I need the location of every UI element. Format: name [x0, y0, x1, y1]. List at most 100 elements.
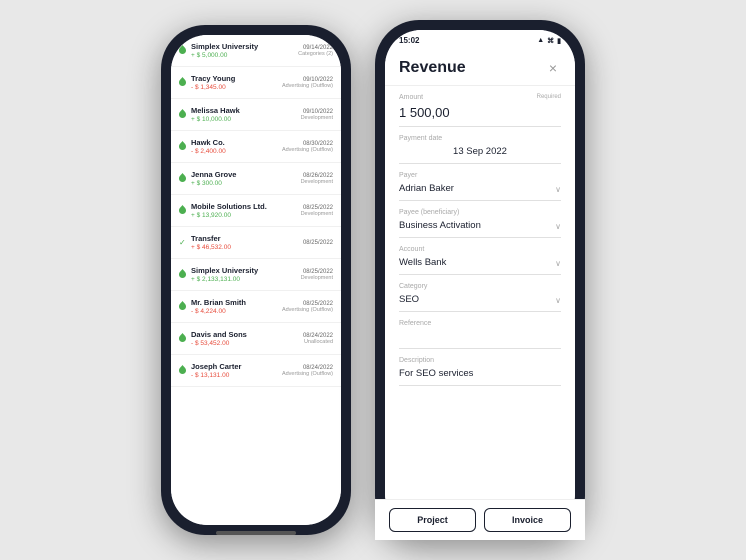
- payer-chevron-icon: ∨: [555, 185, 561, 194]
- tx-amount: + $ 5,000.00: [191, 52, 290, 59]
- payee-chevron-icon: ∨: [555, 222, 561, 231]
- tx-amount: + $ 13,920.00: [191, 212, 293, 219]
- tx-date: 08/26/2022: [301, 173, 333, 179]
- leaf-icon: [179, 205, 187, 216]
- reference-value: [399, 329, 561, 344]
- tx-category: Categories (2): [298, 51, 333, 57]
- phone-2-screen: 15:02 ▲ ⌘ ▮ Revenue × Amount 1 500,00 Re…: [385, 30, 575, 530]
- tx-category: Advertising (Outflow): [282, 83, 333, 89]
- payer-field[interactable]: Payer Adrian Baker ∨: [399, 172, 561, 201]
- transaction-item[interactable]: Hawk Co.- $ 2,400.0008/30/2022Advertisin…: [171, 131, 341, 163]
- transaction-item[interactable]: Joseph Carter- $ 13,131.0008/24/2022Adve…: [171, 355, 341, 387]
- account-value: Wells Bank: [399, 255, 561, 270]
- project-button[interactable]: Project: [389, 508, 476, 527]
- tx-name: Mobile Solutions Ltd.: [191, 202, 293, 211]
- tx-amount: - $ 1,345.00: [191, 84, 274, 91]
- amount-field[interactable]: Amount 1 500,00 Required: [399, 94, 561, 127]
- account-label: Account: [399, 246, 561, 253]
- tx-category: Advertising (Outflow): [282, 147, 333, 153]
- phone-2: 15:02 ▲ ⌘ ▮ Revenue × Amount 1 500,00 Re…: [375, 20, 585, 540]
- account-chevron-icon: ∨: [555, 259, 561, 268]
- transaction-item[interactable]: Simplex University+ $ 2,133,131.00 08/25/…: [171, 259, 341, 291]
- tx-content: Simplex University+ $ 2,133,131.00: [191, 266, 293, 283]
- reference-field[interactable]: Reference: [399, 320, 561, 349]
- account-field[interactable]: Account Wells Bank ∨: [399, 246, 561, 275]
- tx-content: Jenna Grove+ $ 300.00: [191, 170, 293, 187]
- leaf-icon: [179, 77, 187, 88]
- description-field[interactable]: Description For SEO services: [399, 357, 561, 386]
- tx-right: 08/24/2022Unallocated: [303, 333, 333, 345]
- tx-category: Development: [301, 115, 333, 121]
- tx-category: Development: [301, 179, 333, 185]
- tx-name: Mr. Brian Smith: [191, 298, 274, 307]
- payment-date-value: 13 Sep 2022: [399, 144, 561, 159]
- tx-right: 09/14/2022Categories (2): [298, 45, 333, 57]
- transaction-item[interactable]: Simplex University+ $ 5,000.00 09/14/2022…: [171, 35, 341, 67]
- tx-right: 08/25/2022: [303, 240, 333, 246]
- tx-category: Advertising (Outflow): [282, 371, 333, 377]
- reference-label: Reference: [399, 320, 561, 327]
- payment-date-field[interactable]: Payment date 13 Sep 2022: [399, 135, 561, 164]
- signal-icon: ▲: [537, 37, 544, 44]
- tx-name: Melissa Hawk: [191, 106, 293, 115]
- tx-content: Mr. Brian Smith- $ 4,224.00: [191, 298, 274, 315]
- transaction-item[interactable]: Jenna Grove+ $ 300.00 08/26/2022Developme…: [171, 163, 341, 195]
- phone-1-screen: Simplex University+ $ 5,000.00 09/14/2022…: [171, 35, 341, 525]
- tx-right: 08/25/2022Development: [301, 269, 333, 281]
- payer-label: Payer: [399, 172, 561, 179]
- tx-name: Jenna Grove: [191, 170, 293, 179]
- transaction-item[interactable]: ✓Transfer+ $ 46,532.0008/25/2022: [171, 227, 341, 259]
- tx-name: Tracy Young: [191, 74, 274, 83]
- leaf-icon: [179, 365, 187, 376]
- tx-content: Tracy Young- $ 1,345.00: [191, 74, 274, 91]
- amount-value: 1 500,00: [399, 103, 561, 122]
- tx-amount: + $ 2,133,131.00: [191, 276, 293, 283]
- status-time: 15:02: [399, 36, 419, 45]
- leaf-icon: [179, 109, 187, 120]
- tx-right: 09/10/2022Advertising (Outflow): [282, 77, 333, 89]
- tx-date: 08/25/2022: [303, 240, 333, 246]
- description-value: For SEO services: [399, 366, 561, 381]
- close-button[interactable]: ×: [545, 60, 561, 76]
- phone-1: Simplex University+ $ 5,000.00 09/14/2022…: [161, 25, 351, 535]
- tx-category: Advertising (Outflow): [282, 307, 333, 313]
- tx-content: Mobile Solutions Ltd.+ $ 13,920.00: [191, 202, 293, 219]
- tx-date: 09/10/2022: [301, 109, 333, 115]
- payment-date-label: Payment date: [399, 135, 561, 142]
- leaf-icon: [179, 45, 187, 56]
- required-badge: Required: [537, 94, 561, 100]
- tx-amount: - $ 53,452.00: [191, 340, 295, 347]
- category-field[interactable]: Category SEO ∨: [399, 283, 561, 312]
- tx-amount: + $ 300.00: [191, 180, 293, 187]
- tx-amount: - $ 2,400.00: [191, 148, 274, 155]
- invoice-button[interactable]: Invoice: [484, 508, 571, 527]
- transaction-item[interactable]: Davis and Sons- $ 53,452.0008/24/2022Una…: [171, 323, 341, 355]
- category-label: Category: [399, 283, 561, 290]
- tx-right: 08/25/2022Advertising (Outflow): [282, 301, 333, 313]
- status-icons: ▲ ⌘ ▮: [537, 37, 561, 45]
- tx-content: Simplex University+ $ 5,000.00: [191, 42, 290, 59]
- revenue-title: Revenue: [399, 59, 466, 77]
- transaction-item[interactable]: Mobile Solutions Ltd.+ $ 13,920.00 08/25/…: [171, 195, 341, 227]
- tx-date: 08/25/2022: [301, 205, 333, 211]
- tx-name: Joseph Carter: [191, 362, 274, 371]
- transaction-item[interactable]: Mr. Brian Smith- $ 4,224.00 08/25/2022Adv…: [171, 291, 341, 323]
- status-bar: 15:02 ▲ ⌘ ▮: [385, 30, 575, 49]
- payee-value: Business Activation: [399, 218, 561, 233]
- wifi-icon: ⌘: [547, 37, 554, 45]
- tx-amount: + $ 10,000.00: [191, 116, 293, 123]
- transaction-item[interactable]: Melissa Hawk+ $ 10,000.00 09/10/2022Devel…: [171, 99, 341, 131]
- home-indicator[interactable]: [216, 531, 296, 535]
- tx-right: 08/26/2022Development: [301, 173, 333, 185]
- leaf-icon: [179, 333, 187, 344]
- tx-date: 08/24/2022: [303, 333, 333, 339]
- payee-field[interactable]: Payee (beneficiary) Business Activation …: [399, 209, 561, 238]
- tx-amount: - $ 4,224.00: [191, 308, 274, 315]
- form-body: Amount 1 500,00 Required Payment date 13…: [385, 86, 575, 484]
- revenue-screen: Revenue × Amount 1 500,00 Required Payme…: [385, 49, 575, 527]
- tx-date: 08/25/2022: [301, 269, 333, 275]
- leaf-icon: [179, 173, 187, 184]
- transaction-item[interactable]: Tracy Young- $ 1,345.00 09/10/2022Adverti…: [171, 67, 341, 99]
- category-chevron-icon: ∨: [555, 296, 561, 305]
- leaf-icon: [179, 141, 187, 152]
